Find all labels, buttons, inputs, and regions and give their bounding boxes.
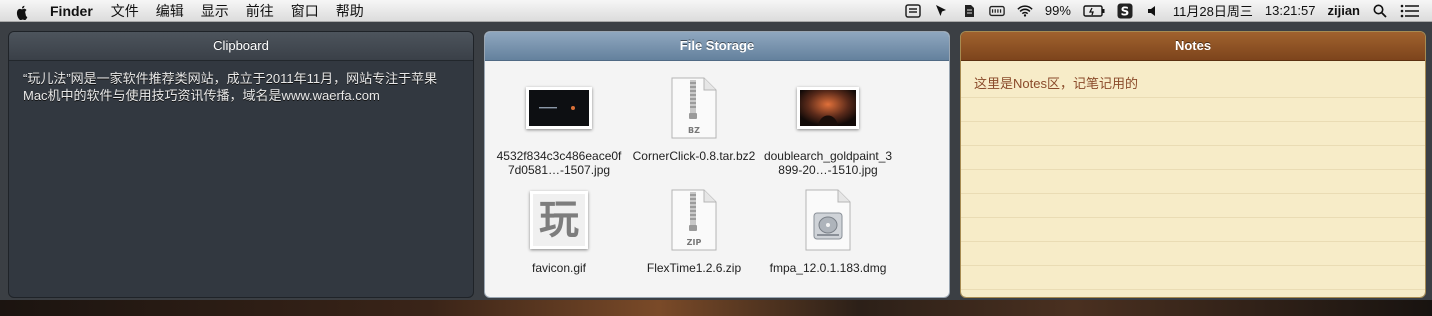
app-name-menu[interactable]: Finder bbox=[50, 3, 93, 19]
notes-title: Notes bbox=[961, 32, 1425, 61]
volume-icon[interactable] bbox=[1145, 3, 1161, 19]
image-thumbnail-icon bbox=[763, 73, 893, 143]
file-item[interactable]: BZ CornerClick-0.8.tar.bz2 bbox=[629, 73, 759, 163]
file-grid: 4532f834c3c486eace0f7d0581…-1507.jpg BZ … bbox=[485, 61, 949, 297]
status-area: 99% S 11月28日周三 13:21:57 zijian bbox=[905, 0, 1432, 21]
file-item[interactable]: fmpa_12.0.1.183.dmg bbox=[763, 185, 893, 275]
user-menu[interactable]: zijian bbox=[1327, 3, 1360, 18]
archive-bz-icon: BZ bbox=[629, 73, 759, 143]
file-item[interactable]: 玩 favicon.gif bbox=[494, 185, 624, 275]
menu-bar: Finder 文件 编辑 显示 前往 窗口 帮助 99% S 11月28日周三 bbox=[0, 0, 1432, 22]
image-thumbnail-icon bbox=[494, 73, 624, 143]
evernote-icon[interactable] bbox=[961, 3, 977, 19]
notes-text: 这里是Notes区，记笔记用的 bbox=[974, 76, 1138, 91]
file-item[interactable]: doublearch_goldpaint_3899-20…-1510.jpg bbox=[763, 73, 893, 177]
bz-label: BZ bbox=[688, 126, 700, 135]
file-name: CornerClick-0.8.tar.bz2 bbox=[632, 149, 756, 163]
menu-window[interactable]: 窗口 bbox=[291, 1, 319, 21]
battery-icon[interactable] bbox=[1083, 3, 1105, 19]
time-display[interactable]: 13:21:57 bbox=[1265, 3, 1316, 18]
file-storage-title: File Storage bbox=[485, 32, 949, 61]
file-name: doublearch_goldpaint_3899-20…-1510.jpg bbox=[763, 149, 893, 177]
spotlight-search-icon[interactable] bbox=[1372, 3, 1388, 19]
menu-go[interactable]: 前往 bbox=[246, 1, 274, 21]
zip-label: ZIP bbox=[687, 238, 702, 247]
s-app-icon[interactable]: S bbox=[1117, 3, 1133, 19]
menu-view[interactable]: 显示 bbox=[201, 1, 229, 21]
svg-text:S: S bbox=[1121, 4, 1130, 18]
battery-percent[interactable]: 99% bbox=[1045, 3, 1071, 18]
date-display[interactable]: 11月28日周三 bbox=[1173, 1, 1253, 20]
shield-icon[interactable] bbox=[905, 3, 921, 19]
file-item[interactable]: 4532f834c3c486eace0f7d0581…-1507.jpg bbox=[494, 73, 624, 177]
menu-edit[interactable]: 编辑 bbox=[156, 1, 184, 21]
notification-list-icon[interactable] bbox=[1400, 3, 1420, 19]
clipboard-title: Clipboard bbox=[9, 32, 473, 61]
apple-menu-icon[interactable] bbox=[14, 4, 36, 20]
wifi-icon[interactable] bbox=[1017, 3, 1033, 19]
favicon-glyph: 玩 bbox=[539, 197, 579, 243]
file-name: fmpa_12.0.1.183.dmg bbox=[769, 261, 887, 275]
desktop-wallpaper bbox=[0, 300, 1432, 316]
archive-zip-icon: ZIP bbox=[629, 185, 759, 255]
menu-help[interactable]: 帮助 bbox=[336, 1, 364, 21]
file-name: favicon.gif bbox=[531, 261, 587, 275]
notes-panel: Notes 这里是Notes区，记笔记用的 bbox=[960, 31, 1426, 298]
clipboard-text[interactable]: “玩儿法”网是一家软件推荐类网站，成立于2011年11月，网站专注于苹果Mac机… bbox=[9, 61, 473, 113]
gif-thumbnail-icon: 玩 bbox=[494, 185, 624, 255]
file-storage-panel: File Storage 4532f834c3c486eace0f7d0581…… bbox=[484, 31, 950, 298]
file-item[interactable]: ZIP FlexTime1.2.6.zip bbox=[629, 185, 759, 275]
notes-editor[interactable]: 这里是Notes区，记笔记用的 bbox=[961, 61, 1425, 297]
cursor-icon[interactable] bbox=[933, 3, 949, 19]
battery-bar-icon[interactable] bbox=[989, 3, 1005, 19]
clipboard-panel: Clipboard “玩儿法”网是一家软件推荐类网站，成立于2011年11月，网… bbox=[8, 31, 474, 298]
file-name: FlexTime1.2.6.zip bbox=[646, 261, 742, 275]
menu-file[interactable]: 文件 bbox=[111, 1, 139, 21]
disk-image-icon bbox=[763, 185, 893, 255]
file-name: 4532f834c3c486eace0f7d0581…-1507.jpg bbox=[496, 149, 622, 177]
